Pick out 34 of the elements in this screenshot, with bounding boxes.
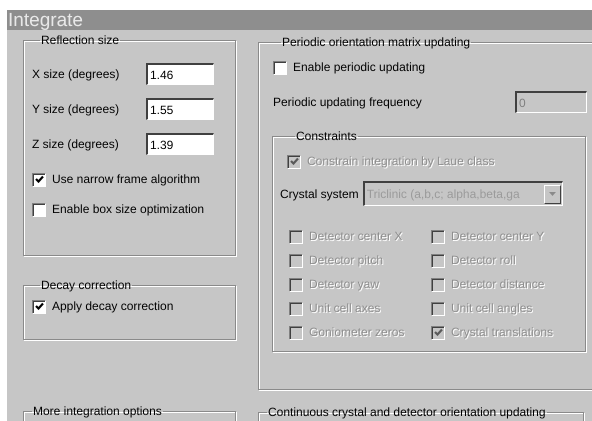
field-label: Periodic updating frequency	[273, 94, 422, 111]
checkbox-label: Detector distance	[451, 276, 544, 293]
checkbox-label: Apply decay correction	[52, 298, 174, 315]
window-title: Integrate	[8, 10, 83, 30]
checkbox-label: Enable box size optimization	[52, 201, 204, 218]
field-label: Crystal system	[280, 186, 359, 202]
group-title: More integration options	[32, 403, 163, 420]
checkbox-label: Enable periodic updating	[293, 59, 426, 76]
checkbox-label: Unit cell angles	[451, 300, 532, 317]
field-label: Z size (degrees)	[32, 136, 120, 153]
checkbox-label: Detector center X	[309, 228, 402, 245]
checkbox-label: Detector yaw	[309, 276, 380, 293]
group-title: Reflection size	[40, 32, 120, 49]
field-label: Y size (degrees)	[32, 101, 120, 118]
group-title: Constraints	[295, 128, 358, 145]
checkbox[interactable]	[32, 300, 45, 312]
group-title: Continuous crystal and detector orientation updating	[267, 404, 547, 421]
group-title: Decay correction	[40, 277, 132, 294]
checkbox-label: Crystal translations	[451, 324, 554, 341]
checkbox-label: Use narrow frame algorithm	[52, 171, 200, 188]
checkbox-label: Constrain integration by Laue class	[307, 153, 494, 170]
checkbox-label: Goniometer zeros	[309, 324, 404, 341]
checkbox[interactable]	[32, 202, 45, 216]
field-label: X size (degrees)	[32, 66, 120, 83]
checkbox[interactable]	[32, 172, 45, 186]
checkbox-label: Unit cell axes	[309, 300, 380, 317]
input-field[interactable]: 1.46	[146, 63, 214, 85]
group-title: Periodic orientation matrix updating	[281, 34, 472, 51]
input-field[interactable]: 1.39	[146, 133, 214, 155]
checkbox-label: Detector center Y	[451, 228, 544, 245]
checkbox-label: Detector pitch	[309, 252, 384, 269]
input-field[interactable]: 1.55	[146, 98, 214, 120]
checkbox-label: Detector roll	[451, 252, 516, 269]
checkbox[interactable]	[273, 60, 286, 74]
